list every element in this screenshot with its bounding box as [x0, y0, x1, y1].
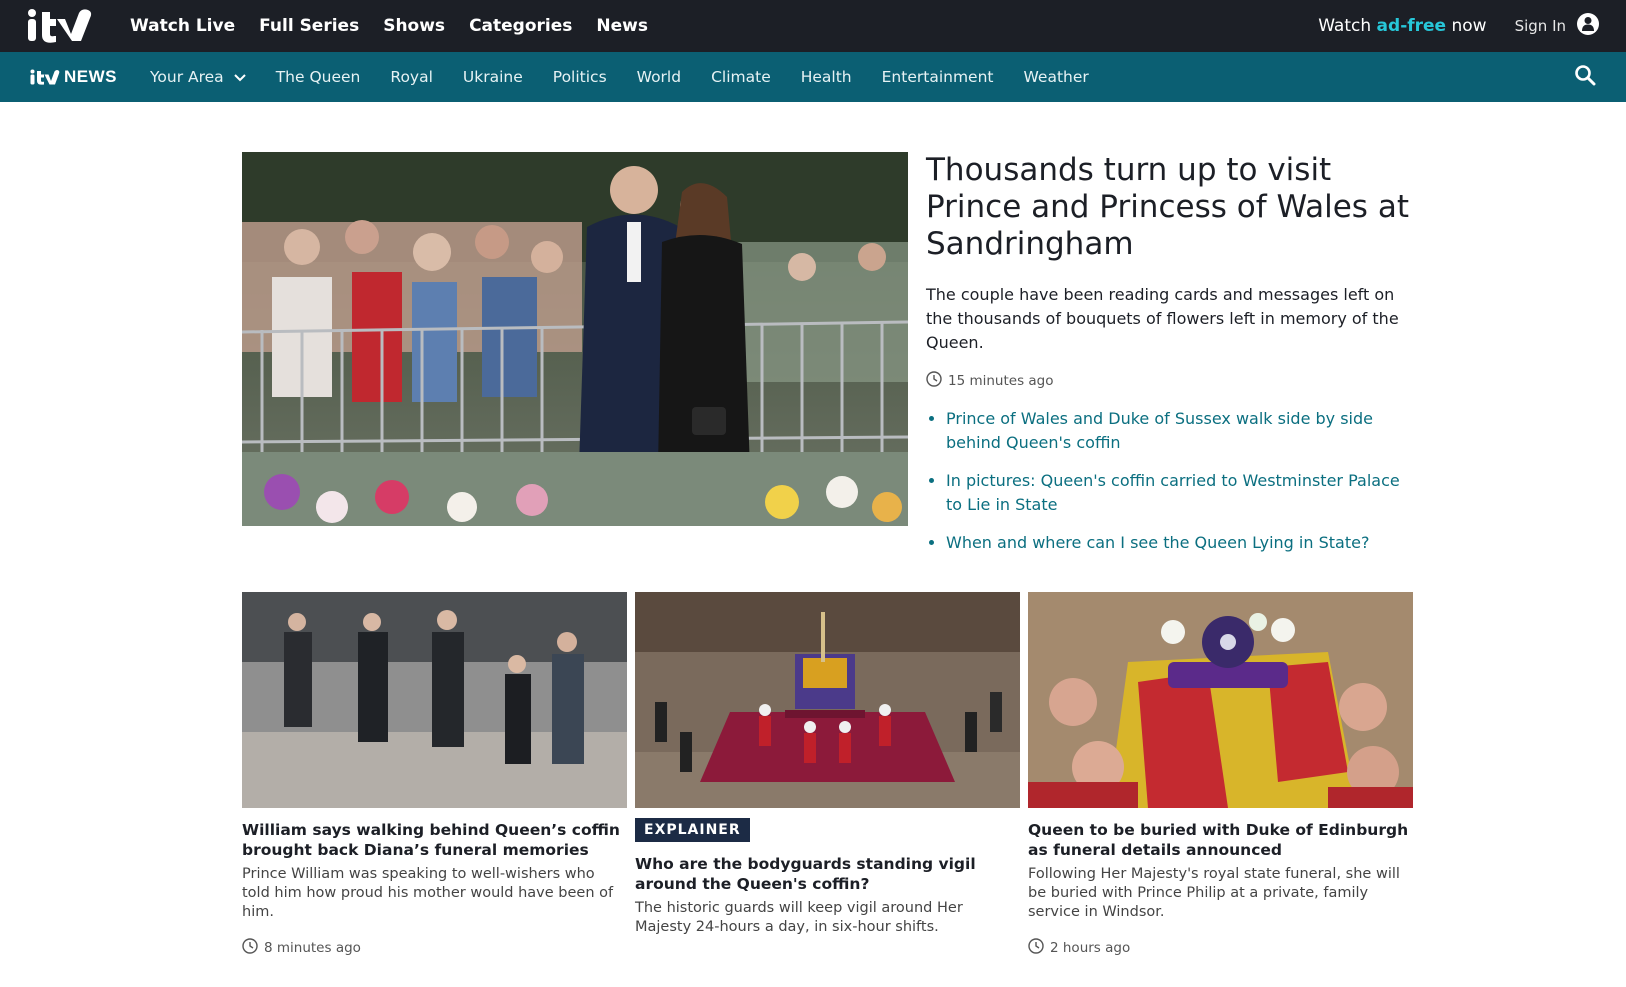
- story-card-time: 8 minutes ago: [264, 940, 361, 956]
- clock-icon: [926, 371, 942, 391]
- news-nav: Your Area The Queen Royal Ukraine Politi…: [150, 68, 1574, 86]
- story-card-title[interactable]: Queen to be buried with Duke of Edinburg…: [1028, 820, 1413, 860]
- story-card-time: 2 hours ago: [1050, 940, 1131, 956]
- clock-icon: [242, 938, 258, 958]
- story-cards: William says walking behind Queen’s coff…: [242, 592, 1413, 958]
- news-logo-text: NEWS: [64, 67, 117, 86]
- story-card-title[interactable]: Who are the bodyguards standing vigil ar…: [635, 854, 1020, 894]
- news-bar: NEWS Your Area The Queen Royal Ukraine P…: [0, 52, 1626, 102]
- story-card-image[interactable]: [242, 592, 627, 808]
- hero-image[interactable]: [242, 152, 908, 526]
- user-icon: [1576, 12, 1600, 40]
- ad-free-label: ad-free: [1376, 16, 1447, 36]
- hero-text: Thousands turn up to visit Prince and Pr…: [926, 152, 1412, 569]
- story-card[interactable]: Queen to be buried with Duke of Edinburg…: [1028, 592, 1413, 958]
- itv-news-logo[interactable]: NEWS: [30, 67, 117, 87]
- story-card-image[interactable]: [1028, 592, 1413, 808]
- related-link-item[interactable]: When and where can I see the Queen Lying…: [946, 531, 1412, 555]
- story-card-timestamp: 8 minutes ago: [242, 938, 627, 958]
- news-nav-health[interactable]: Health: [801, 68, 852, 86]
- top-nav-shows[interactable]: Shows: [383, 16, 445, 36]
- related-links: Prince of Wales and Duke of Sussex walk …: [926, 407, 1412, 555]
- related-link-item[interactable]: In pictures: Queen's coffin carried to W…: [946, 469, 1412, 517]
- sign-in-button[interactable]: Sign In: [1515, 12, 1600, 40]
- news-nav-ukraine[interactable]: Ukraine: [463, 68, 523, 86]
- hero-summary: The couple have been reading cards and m…: [926, 285, 1399, 352]
- your-area-dropdown[interactable]: Your Area: [150, 68, 246, 86]
- story-card-summary: The historic guards will keep vigil arou…: [635, 900, 963, 935]
- search-icon[interactable]: [1574, 64, 1596, 90]
- story-card-image[interactable]: [635, 592, 1020, 808]
- story-card-summary: Following Her Majesty's royal state fune…: [1028, 866, 1400, 920]
- top-nav-categories[interactable]: Categories: [469, 16, 572, 36]
- related-link[interactable]: Prince of Wales and Duke of Sussex walk …: [946, 409, 1373, 452]
- top-nav-full-series[interactable]: Full Series: [259, 16, 359, 36]
- story-card-title[interactable]: William says walking behind Queen’s coff…: [242, 820, 627, 860]
- story-card[interactable]: EXPLAINER Who are the bodyguards standin…: [635, 592, 1020, 958]
- top-nav-news[interactable]: News: [596, 16, 648, 36]
- watch-ad-free-link[interactable]: Watch ad-free now: [1318, 16, 1486, 36]
- news-nav-weather[interactable]: Weather: [1024, 68, 1089, 86]
- news-nav-politics[interactable]: Politics: [553, 68, 607, 86]
- your-area-label: Your Area: [150, 68, 224, 86]
- hero-headline[interactable]: Thousands turn up to visit Prince and Pr…: [926, 152, 1412, 263]
- sign-in-label: Sign In: [1514, 17, 1566, 35]
- hero-story: Thousands turn up to visit Prince and Pr…: [242, 152, 1412, 569]
- chevron-down-icon: [233, 68, 246, 86]
- related-link-item[interactable]: Prince of Wales and Duke of Sussex walk …: [946, 407, 1412, 455]
- explainer-badge: EXPLAINER: [635, 818, 750, 842]
- top-nav: Watch Live Full Series Shows Categories …: [130, 16, 1318, 36]
- watch-suffix: now: [1446, 16, 1487, 36]
- top-bar: Watch Live Full Series Shows Categories …: [0, 0, 1626, 52]
- top-nav-watch-live[interactable]: Watch Live: [130, 16, 235, 36]
- hero-timestamp: 15 minutes ago: [926, 371, 1412, 391]
- news-nav-the-queen[interactable]: The Queen: [276, 68, 361, 86]
- hero-time: 15 minutes ago: [948, 373, 1054, 389]
- related-link[interactable]: When and where can I see the Queen Lying…: [946, 533, 1369, 552]
- news-nav-entertainment[interactable]: Entertainment: [882, 68, 994, 86]
- clock-icon: [1028, 938, 1044, 958]
- itv-logo[interactable]: [26, 7, 100, 45]
- news-nav-climate[interactable]: Climate: [711, 68, 771, 86]
- watch-prefix: Watch: [1318, 16, 1377, 36]
- story-card-timestamp: 2 hours ago: [1028, 938, 1413, 958]
- news-nav-royal[interactable]: Royal: [390, 68, 433, 86]
- related-link[interactable]: In pictures: Queen's coffin carried to W…: [946, 471, 1400, 514]
- news-nav-world[interactable]: World: [637, 68, 681, 86]
- story-card-summary: Prince William was speaking to well-wish…: [242, 866, 614, 920]
- story-card[interactable]: William says walking behind Queen’s coff…: [242, 592, 627, 958]
